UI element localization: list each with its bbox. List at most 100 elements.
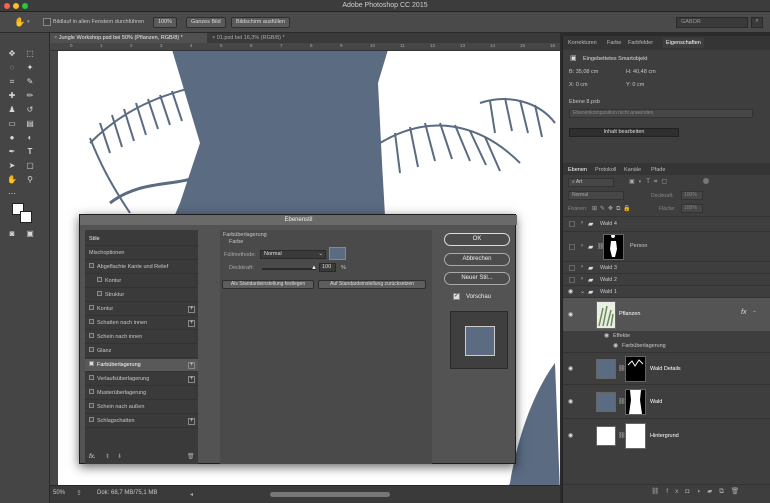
style-item-outer-glow[interactable]: Schein nach außen (85, 401, 198, 414)
visibility-toggle[interactable] (569, 277, 575, 283)
style-item-inner-glow[interactable]: Schein nach innen (85, 331, 198, 344)
tab-farbfelder[interactable]: Farbfelder (628, 38, 653, 48)
eye-icon[interactable]: ◉ (568, 432, 573, 439)
marquee-tool-icon[interactable]: ⬚ (25, 49, 35, 59)
adjustment-icon[interactable]: ◑ (696, 488, 707, 495)
layer-thumbnail[interactable] (596, 392, 616, 412)
horizontal-scrollbar[interactable] (270, 492, 390, 497)
brush-tool-icon[interactable]: ✏ (25, 91, 35, 101)
eye-icon[interactable]: ◉ (613, 342, 618, 349)
ok-button[interactable]: OK (444, 233, 510, 246)
plus-icon[interactable]: + (188, 418, 195, 425)
y-field[interactable]: Y: 0 cm (626, 82, 644, 88)
layer-row[interactable]: ◉ ⛓ Wald Details (563, 352, 770, 384)
trash-icon[interactable]: 🗑 (731, 488, 746, 495)
checkbox[interactable] (97, 277, 102, 283)
visibility-toggle[interactable] (569, 221, 575, 227)
reset-default-button[interactable]: Auf Standardeinstellung zurücksetzen (318, 280, 426, 289)
overlay-color-swatch[interactable] (329, 247, 346, 260)
eye-icon[interactable]: ◉ (604, 332, 609, 339)
opacity-slider[interactable] (262, 268, 316, 270)
workspace-select[interactable]: GABOR (676, 17, 748, 28)
share-icon[interactable]: ⇪ (76, 489, 82, 497)
new-layer-icon[interactable]: ⧉ (719, 488, 731, 495)
path-select-icon[interactable]: ➤ (7, 161, 17, 171)
type-tool-icon[interactable]: T (25, 147, 35, 157)
fill-screen-button[interactable]: Bildschirm ausfüllen (231, 17, 290, 28)
set-default-button[interactable]: Als Standardeinstellung festlegen (222, 280, 314, 289)
eye-icon[interactable]: ◉ (568, 398, 573, 405)
style-item-gradient-overlay[interactable]: Verlaufsüberlagerung + (85, 373, 198, 386)
checkbox[interactable] (89, 403, 94, 409)
opacity-field[interactable]: 100% (681, 191, 703, 200)
layer-row[interactable]: ◉ ⌄ ▰ Wald 1 (563, 285, 770, 297)
layer-mask-thumbnail[interactable] (625, 356, 646, 382)
zoom-window-button[interactable] (22, 3, 28, 9)
plus-icon[interactable]: + (188, 362, 195, 369)
x-field[interactable]: X: 0 cm (569, 82, 588, 88)
checkbox[interactable] (89, 319, 94, 325)
eye-icon[interactable]: ◉ (568, 288, 573, 295)
checkbox[interactable] (89, 375, 94, 381)
chevron-right-icon[interactable]: › (581, 264, 583, 270)
layer-row[interactable]: › ▰ Wald 2 (563, 273, 770, 285)
new-group-icon[interactable]: ▰ (707, 488, 719, 495)
scroll-left-icon[interactable]: ◂ (190, 491, 193, 498)
checkbox[interactable] (89, 347, 94, 353)
checkbox[interactable] (97, 291, 102, 297)
tab-ebenen[interactable]: Ebenen (568, 165, 587, 175)
layer-row[interactable]: › ▰ Wald 3 (563, 261, 770, 273)
visibility-toggle[interactable] (569, 265, 575, 271)
checkbox[interactable] (89, 417, 94, 423)
new-style-button[interactable]: Neuer Stil... (444, 272, 510, 285)
preview-checkbox[interactable]: ✓ (453, 293, 460, 300)
eye-icon[interactable]: ◉ (568, 365, 573, 372)
tab-korrekturen[interactable]: Korrekturen (568, 38, 597, 48)
plus-icon[interactable]: + (188, 320, 195, 327)
close-window-button[interactable] (4, 3, 10, 9)
eraser-icon[interactable]: ▭ (7, 119, 17, 129)
cancel-button[interactable]: Abbrechen (444, 253, 510, 266)
style-item-stile[interactable]: Stile (85, 233, 198, 246)
visibility-toggle[interactable] (569, 244, 575, 250)
blend-mode-select[interactable]: Normal (568, 191, 624, 200)
layer-mask-thumbnail[interactable] (603, 234, 624, 260)
stamp-tool-icon[interactable]: ♟ (7, 105, 17, 115)
background-color-swatch[interactable] (20, 211, 32, 223)
layer-row-selected[interactable]: ◉ Pflanzen fx ⌃ (563, 297, 770, 331)
layer-mask-thumbnail[interactable] (625, 389, 646, 415)
layer-mask-thumbnail[interactable] (625, 423, 646, 449)
width-field[interactable]: B: 35,08 cm (569, 69, 598, 75)
style-item-pattern-overlay[interactable]: Musterüberlagerung (85, 387, 198, 400)
style-item-kontur-sub[interactable]: Kontur (85, 275, 198, 288)
zoom-tool-icon[interactable]: ⚲ (25, 175, 35, 185)
opacity-input[interactable]: 100 (319, 263, 336, 272)
style-item-bevel[interactable]: Abgeflachte Kante und Relief (85, 261, 198, 274)
opacity-slider-thumb[interactable]: ▲ (311, 265, 317, 271)
screen-mode-icon[interactable]: ▣ (25, 229, 35, 239)
fit-screen-button[interactable]: Ganzes Bild (186, 17, 226, 28)
add-mask-icon[interactable]: ◘ (685, 488, 696, 495)
crop-tool-icon[interactable]: ⌗ (7, 77, 17, 87)
gradient-icon[interactable]: ▤ (25, 119, 35, 129)
tab-protokoll[interactable]: Protokoll (595, 165, 616, 175)
style-item-struktur[interactable]: Struktur (85, 289, 198, 302)
move-down-icon[interactable]: ⬇ (117, 453, 122, 460)
style-item-inner-shadow[interactable]: Schatten nach innen + (85, 317, 198, 330)
minimize-window-button[interactable] (13, 3, 19, 9)
edit-contents-button[interactable]: Inhalt bearbeiten (569, 128, 679, 137)
move-up-icon[interactable]: ⬆ (105, 453, 110, 460)
lasso-tool-icon[interactable]: ◌ (7, 63, 17, 73)
eye-icon[interactable]: ◉ (568, 311, 573, 318)
filter-icons[interactable]: ▣◐T⌗▢ (629, 178, 671, 186)
checkbox[interactable] (89, 389, 94, 395)
style-item-mischoptionen[interactable]: Mischoptionen (85, 247, 198, 260)
fill-field[interactable]: 100% (681, 204, 703, 213)
chevron-up-icon[interactable]: ⌃ (752, 310, 757, 317)
checkbox-checked[interactable] (89, 361, 94, 367)
layer-row[interactable]: ◉ ⛓ Hintergrund (563, 418, 770, 452)
layer-thumbnail[interactable] (596, 426, 616, 446)
filter-toggle-icon[interactable] (703, 178, 709, 184)
layer-thumbnail[interactable] (596, 359, 616, 379)
tab-kanaele[interactable]: Kanäle (624, 165, 641, 175)
